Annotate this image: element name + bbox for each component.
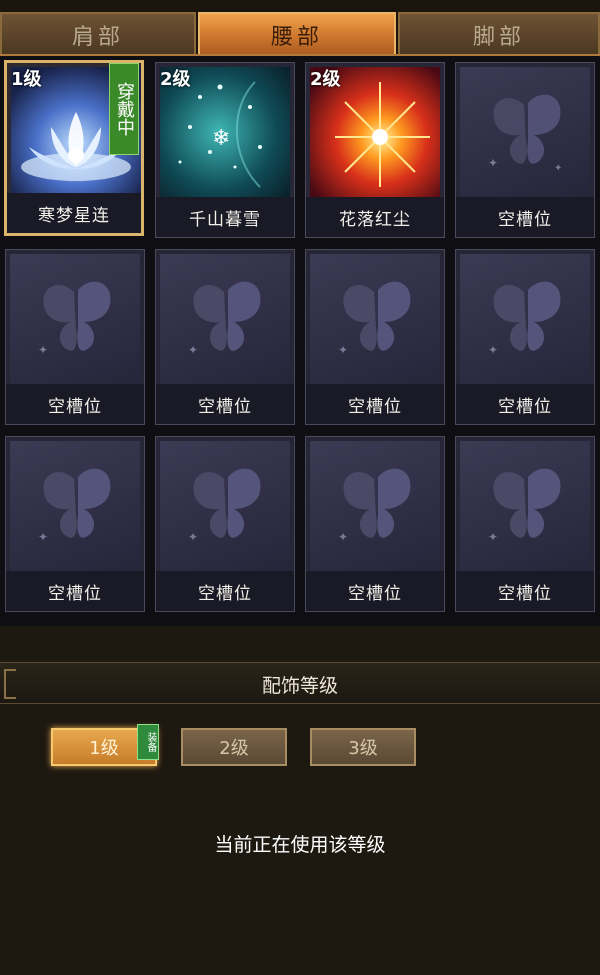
level-3-button[interactable]: 3级 <box>310 728 416 766</box>
item-level: 1级 <box>11 69 42 90</box>
butterfly-placeholder-icon: ✦ <box>310 254 440 384</box>
slot-empty[interactable]: ✦ 空槽位 <box>5 436 145 612</box>
slot-name: 空槽位 <box>156 384 294 424</box>
slot-empty[interactable]: ✦ 空槽位 <box>305 249 445 425</box>
svg-text:✦: ✦ <box>488 343 498 357</box>
slot-name: 千山暮雪 <box>156 197 294 237</box>
slot-empty[interactable]: ✦ ✦ 空槽位 <box>455 62 595 238</box>
tab-shoulder[interactable]: 肩部 <box>0 12 196 56</box>
svg-text:❄: ❄ <box>212 126 230 151</box>
svg-text:✦: ✦ <box>188 530 198 544</box>
butterfly-placeholder-icon: ✦ <box>160 254 290 384</box>
tab-feet[interactable]: 脚部 <box>398 12 600 56</box>
slot-empty[interactable]: ✦ 空槽位 <box>155 249 295 425</box>
butterfly-placeholder-icon: ✦ <box>460 254 590 384</box>
equipped-badge: 装备 <box>137 724 159 760</box>
butterfly-placeholder-icon: ✦ <box>310 441 440 571</box>
slot-item-hualuo[interactable]: 2级 花落红尘 <box>305 62 445 238</box>
slot-name: 空槽位 <box>156 571 294 611</box>
slot-name: 空槽位 <box>456 384 594 424</box>
butterfly-placeholder-icon: ✦ ✦ <box>460 67 590 197</box>
section-title: 配饰等级 <box>261 675 338 697</box>
slot-empty[interactable]: ✦ 空槽位 <box>305 436 445 612</box>
slot-name: 花落红尘 <box>306 197 444 237</box>
svg-text:✦: ✦ <box>488 156 498 170</box>
level-2-button[interactable]: 2级 <box>181 728 287 766</box>
butterfly-placeholder-icon: ✦ <box>10 254 140 384</box>
tab-waist[interactable]: 腰部 <box>198 12 396 56</box>
slot-name: 寒梦星连 <box>7 193 141 233</box>
accessory-level-header: 配饰等级 <box>0 662 600 704</box>
slot-name: 空槽位 <box>456 571 594 611</box>
wearing-badge: 穿戴中 <box>109 63 139 155</box>
slot-name: 空槽位 <box>456 197 594 237</box>
svg-text:✦: ✦ <box>38 343 48 357</box>
slot-empty[interactable]: ✦ 空槽位 <box>5 249 145 425</box>
svg-text:✦: ✦ <box>338 530 348 544</box>
svg-text:✦: ✦ <box>488 530 498 544</box>
status-text: 当前正在使用该等级 <box>214 834 386 856</box>
slot-name: 空槽位 <box>6 571 144 611</box>
svg-text:✦: ✦ <box>554 163 562 174</box>
slot-name: 空槽位 <box>6 384 144 424</box>
item-level: 2级 <box>160 69 191 90</box>
butterfly-placeholder-icon: ✦ <box>10 441 140 571</box>
slot-empty[interactable]: ✦ 空槽位 <box>455 249 595 425</box>
svg-text:✦: ✦ <box>38 530 48 544</box>
slot-item-hanmeng[interactable]: 1级 穿戴中 寒梦星连 <box>4 60 144 236</box>
slot-empty[interactable]: ✦ 空槽位 <box>455 436 595 612</box>
butterfly-placeholder-icon: ✦ <box>460 441 590 571</box>
slot-name: 空槽位 <box>306 571 444 611</box>
svg-text:✦: ✦ <box>188 343 198 357</box>
slot-name: 空槽位 <box>306 384 444 424</box>
item-level: 2级 <box>310 69 341 90</box>
svg-text:✦: ✦ <box>338 343 348 357</box>
tab-bar: 肩部 腰部 脚部 <box>0 0 600 56</box>
slot-empty[interactable]: ✦ 空槽位 <box>155 436 295 612</box>
butterfly-placeholder-icon: ✦ <box>160 441 290 571</box>
accessory-slot-grid: 1级 穿戴中 寒梦星连 ❄ 2级 千山暮雪 2级 花落红尘 ✦ ✦ 空槽位 ✦ … <box>0 56 600 626</box>
slot-item-qianshan[interactable]: ❄ 2级 千山暮雪 <box>155 62 295 238</box>
